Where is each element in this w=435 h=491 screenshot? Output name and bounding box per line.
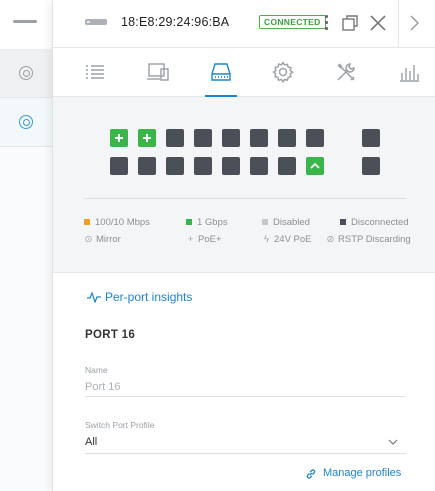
port-5[interactable]	[222, 129, 240, 147]
pulse-icon	[87, 291, 101, 303]
list-icon	[86, 65, 104, 79]
device-model-icon	[85, 19, 107, 25]
switch-port-profile-select[interactable]: All	[85, 432, 406, 454]
port-7[interactable]	[278, 129, 296, 147]
port-9[interactable]	[362, 129, 380, 147]
name-input[interactable]	[85, 377, 406, 397]
device-list-background	[0, 0, 52, 491]
tab-tools[interactable]	[334, 60, 358, 84]
name-label: Name	[85, 365, 108, 375]
tab-details[interactable]	[83, 60, 107, 84]
switch-port-profile-value: All	[85, 436, 98, 448]
gear-icon	[272, 61, 294, 84]
port-13[interactable]	[194, 157, 212, 175]
tools-icon	[337, 63, 355, 81]
legend-disconnected: Disconnected	[340, 217, 409, 228]
header-divider	[398, 0, 399, 48]
legend-mirror: ⊙ Mirror	[84, 234, 121, 245]
bolt-icon: ϟ	[263, 234, 270, 245]
status-badge: CONNECTED	[259, 15, 326, 29]
stats-icon	[400, 65, 419, 82]
port-diagram: 100/10 Mbps 1 Gbps Disabled Disconnected…	[53, 97, 435, 273]
port-3[interactable]	[166, 129, 184, 147]
blocked-icon: ⊘	[326, 234, 335, 245]
port-17[interactable]	[306, 157, 324, 175]
legend-poe-plus: + PoE+	[187, 234, 222, 245]
chevron-right-icon[interactable]	[403, 12, 425, 34]
device-list-header	[0, 0, 52, 48]
switch-port-profile-label: Switch Port Profile	[85, 420, 155, 430]
ports-icon	[211, 63, 231, 81]
device-status-icon	[19, 66, 33, 80]
port-4[interactable]	[194, 129, 212, 147]
tab-ports[interactable]	[205, 60, 237, 97]
port-12[interactable]	[166, 157, 184, 175]
plus-icon	[115, 134, 123, 142]
device-logo-icon	[13, 20, 37, 23]
tab-clients[interactable]	[146, 60, 170, 84]
legend-speed-1g: 1 Gbps	[186, 217, 228, 228]
link-icon	[306, 469, 316, 479]
port-18[interactable]	[362, 157, 380, 175]
legend-disabled: Disabled	[262, 217, 310, 228]
plus-icon: +	[187, 234, 194, 245]
chevron-up-icon	[310, 162, 320, 169]
close-icon[interactable]	[367, 12, 389, 34]
plus-icon	[143, 134, 151, 142]
tab-config[interactable]	[271, 60, 295, 84]
detach-window-icon[interactable]	[339, 12, 361, 34]
device-status-icon	[19, 115, 33, 129]
port-11[interactable]	[138, 157, 156, 175]
mirror-icon: ⊙	[84, 234, 93, 245]
port-14[interactable]	[222, 157, 240, 175]
legend-speed-100: 100/10 Mbps	[84, 217, 150, 228]
port-title: PORT 16	[85, 329, 136, 341]
port-16[interactable]	[278, 157, 296, 175]
device-properties-panel: 18:E8:29:24:96:BA CONNECTED 100/10 Mbps …	[52, 0, 435, 491]
port-1[interactable]	[110, 129, 128, 147]
device-mac-address: 18:E8:29:24:96:BA	[121, 15, 230, 29]
port-6[interactable]	[250, 129, 268, 147]
legend-poe-24v: ϟ 24V PoE	[263, 234, 312, 245]
device-list-row-selected[interactable]	[0, 98, 52, 147]
panel-tabs	[53, 48, 435, 97]
more-options-icon[interactable]	[323, 13, 329, 33]
device-list-row[interactable]	[0, 49, 52, 98]
chevron-down-icon	[388, 439, 398, 445]
port-2[interactable]	[138, 129, 156, 147]
port-8[interactable]	[306, 129, 324, 147]
panel-header: 18:E8:29:24:96:BA CONNECTED	[53, 0, 435, 48]
devices-icon	[147, 63, 169, 81]
legend-rstp: ⊘ RSTP Discarding	[326, 234, 411, 245]
legend-divider	[84, 198, 406, 199]
port-10[interactable]	[110, 157, 128, 175]
port-15[interactable]	[250, 157, 268, 175]
tab-statistics[interactable]	[397, 60, 421, 84]
